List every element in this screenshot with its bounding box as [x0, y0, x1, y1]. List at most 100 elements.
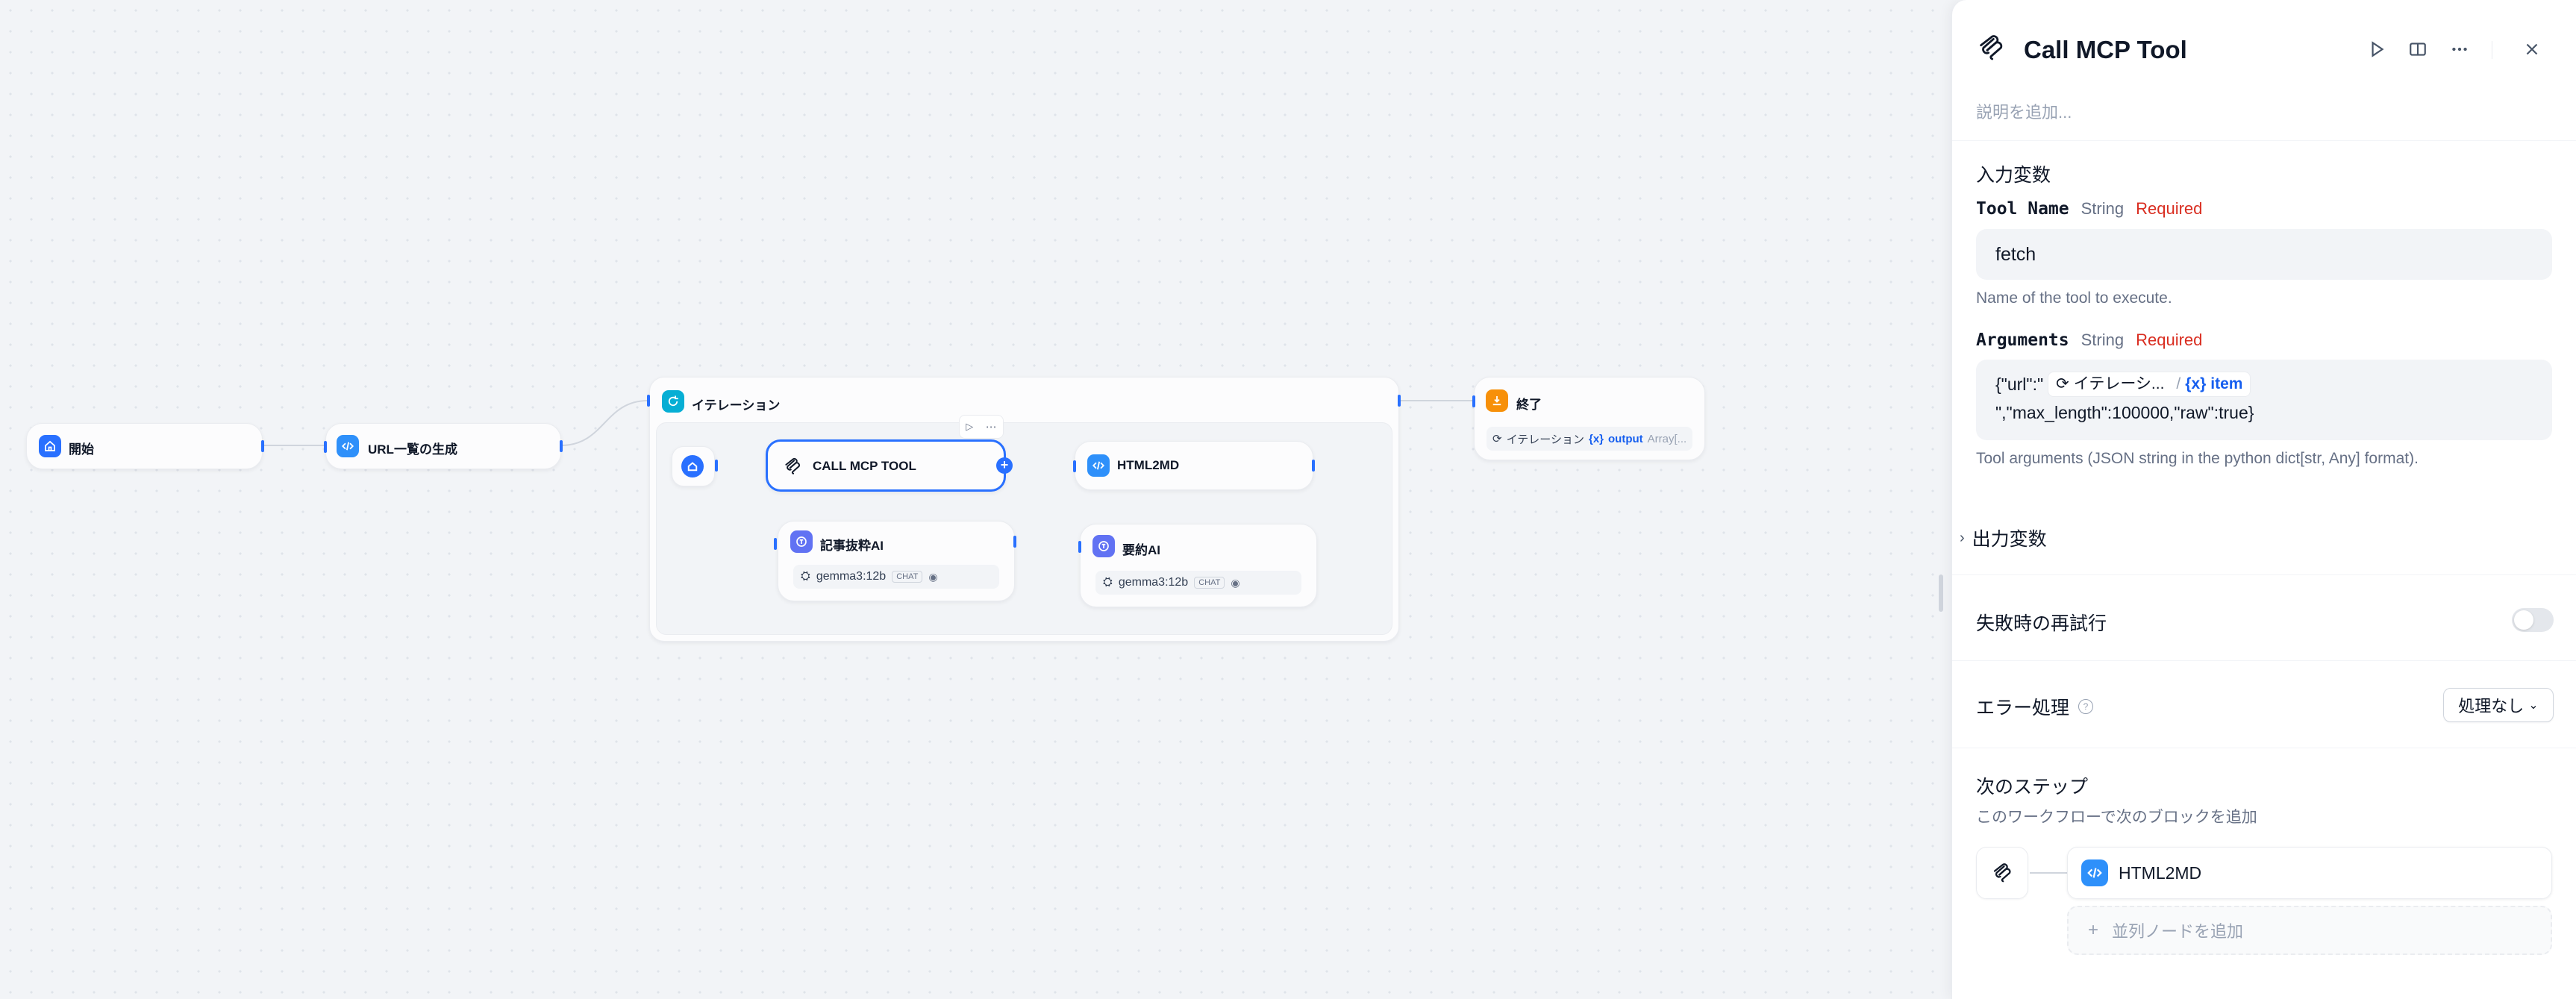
- var-name: output: [1608, 432, 1643, 445]
- workflow-canvas[interactable]: 開始 URL一覧の生成 イテレーション CALL MCP TOOL ▷ ⋯ + …: [0, 0, 1951, 999]
- node-summary-ai[interactable]: 要約AI ⛭ gemma3:12b CHAT ◉: [1078, 524, 1317, 607]
- tool-name-required: Required: [2136, 199, 2203, 218]
- next-step-desc: このワークフローで次のブロックを追加: [1976, 809, 2257, 826]
- var-separator: /: [2176, 375, 2181, 392]
- output-variables-title: 出力変数: [1972, 529, 2047, 550]
- code-icon: [337, 435, 359, 457]
- add-next-node-icon[interactable]: +: [996, 457, 1013, 474]
- var-name: item: [2210, 375, 2243, 392]
- node-handle[interactable]: [1073, 460, 1076, 472]
- iteration-icon: ⟳: [2056, 375, 2069, 392]
- eye-icon: ◉: [1231, 576, 1240, 589]
- retry-label: 失敗時の再試行: [1976, 613, 2107, 634]
- error-handling-label: エラー処理: [1976, 698, 2070, 718]
- iteration-icon: [662, 390, 684, 413]
- node-end[interactable]: 終了 ⟳ イテレーション {x} output Array[...: [1472, 377, 1705, 460]
- node-toolbar: ▷ ⋯: [959, 415, 1004, 439]
- node-title: HTML2MD: [1117, 458, 1180, 472]
- node-title: CALL MCP TOOL: [813, 459, 916, 473]
- home-icon: [39, 435, 61, 457]
- arguments-label-row: Arguments String Required: [1976, 331, 2202, 350]
- more-icon[interactable]: ⋯: [986, 420, 997, 433]
- close-panel-button[interactable]: [2519, 37, 2545, 62]
- help-icon[interactable]: ?: [2078, 699, 2094, 714]
- code-icon: [1087, 454, 1110, 477]
- retry-toggle[interactable]: [2512, 608, 2554, 632]
- panel-title[interactable]: Call MCP Tool: [2024, 36, 2187, 64]
- end-output-variable: ⟳ イテレーション {x} output Array[...: [1486, 427, 1692, 451]
- end-icon: [1486, 389, 1508, 412]
- model-name: gemma3:12b: [1118, 576, 1189, 589]
- run-node-button[interactable]: [2364, 37, 2389, 62]
- robot-icon: ⛭: [1103, 576, 1113, 589]
- node-extract-ai[interactable]: 記事抜粋AI ⛭ gemma3:12b CHAT ◉: [774, 521, 1015, 601]
- tool-name-input[interactable]: fetch: [1976, 229, 2552, 280]
- help-doc-button[interactable]: [2405, 37, 2430, 62]
- node-handle[interactable]: [1312, 460, 1315, 472]
- more-options-button[interactable]: [2447, 37, 2472, 62]
- arguments-desc: Tool arguments (JSON string in the pytho…: [1976, 450, 2419, 467]
- iteration-icon: ⟳: [1492, 433, 1502, 445]
- tool-name-desc: Name of the tool to execute.: [1976, 289, 2172, 307]
- node-handle[interactable]: [1078, 541, 1081, 553]
- arguments-type: String: [2081, 331, 2125, 349]
- variable-icon: {x}: [2185, 375, 2207, 392]
- arguments-input[interactable]: {"url":" ⟳ イテレーシ... / {x} item ","max_le…: [1976, 360, 2552, 440]
- variable-reference[interactable]: ⟳ イテレーシ... / {x} item: [2048, 372, 2251, 397]
- arguments-prefix: {"url":": [1995, 375, 2044, 394]
- error-handling-row: エラー処理 ?: [1976, 693, 2094, 720]
- run-icon[interactable]: ▷: [966, 421, 973, 433]
- node-title: 記事抜粋AI: [820, 539, 884, 553]
- model-mode-badge: CHAT: [892, 571, 923, 583]
- node-url-generate[interactable]: URL一覧の生成: [324, 423, 561, 469]
- node-handle[interactable]: [647, 395, 650, 407]
- node-handle[interactable]: [774, 538, 777, 550]
- chevron-right-icon: ›: [1960, 529, 1965, 546]
- next-step-node-html2md[interactable]: HTML2MD: [2067, 847, 2552, 899]
- model-selector[interactable]: ⛭ gemma3:12b CHAT ◉: [793, 565, 999, 589]
- node-handle[interactable]: [715, 460, 718, 472]
- add-parallel-node-button[interactable]: + 並列ノードを追加: [2067, 906, 2552, 955]
- tool-name-value: fetch: [1995, 244, 2036, 265]
- section-divider: [1952, 574, 2576, 575]
- var-source: イテレーション: [1506, 433, 1584, 446]
- tool-name-label-row: Tool Name String Required: [1976, 199, 2202, 219]
- node-handle[interactable]: [560, 440, 563, 452]
- section-divider: [1952, 140, 2576, 141]
- node-handle[interactable]: [1472, 395, 1475, 407]
- model-selector[interactable]: ⛭ gemma3:12b CHAT ◉: [1095, 571, 1301, 595]
- node-title: 開始: [69, 442, 94, 457]
- section-divider: [1952, 660, 2576, 661]
- node-handle[interactable]: [1013, 536, 1016, 548]
- node-title: 要約AI: [1122, 543, 1160, 557]
- llm-icon: [1092, 535, 1115, 557]
- node-start[interactable]: 開始: [26, 423, 263, 469]
- next-step-node-title: HTML2MD: [2119, 862, 2202, 883]
- iteration-start-node[interactable]: [672, 446, 715, 486]
- next-step-title: 次のステップ: [1976, 777, 2089, 798]
- logo-icon: [783, 457, 802, 476]
- var-type: Array[...: [1647, 432, 1687, 445]
- plus-icon: +: [2088, 920, 2099, 940]
- next-step-source-node: [1976, 847, 2028, 899]
- node-handle[interactable]: [324, 441, 327, 453]
- panel-resize-handle[interactable]: [1939, 574, 1943, 612]
- arguments-required: Required: [2136, 331, 2203, 349]
- arguments-line2: ","max_length":100000,"raw":true}: [1995, 403, 2254, 422]
- node-html2md[interactable]: HTML2MD: [1073, 441, 1313, 490]
- node-handle[interactable]: [261, 440, 264, 452]
- node-call-mcp-tool[interactable]: CALL MCP TOOL: [766, 439, 1006, 492]
- output-variables-row[interactable]: › 出力変数: [1960, 524, 2047, 551]
- toggle-knob: [2514, 610, 2533, 630]
- node-title: URL一覧の生成: [368, 442, 457, 457]
- input-variables-title: 入力変数: [1976, 165, 2051, 186]
- model-mode-badge: CHAT: [1194, 577, 1225, 589]
- var-node-name: イテレーシ...: [2073, 375, 2165, 392]
- logo-icon: [1993, 863, 2011, 883]
- chevron-down-icon: ⌄: [2528, 699, 2539, 712]
- arguments-label: Arguments: [1976, 331, 2069, 350]
- error-handling-select[interactable]: 処理なし ⌄: [2443, 688, 2554, 722]
- tool-name-label: Tool Name: [1976, 199, 2069, 219]
- node-handle[interactable]: [1398, 395, 1401, 407]
- description-input[interactable]: 説明を追加...: [1976, 99, 2072, 123]
